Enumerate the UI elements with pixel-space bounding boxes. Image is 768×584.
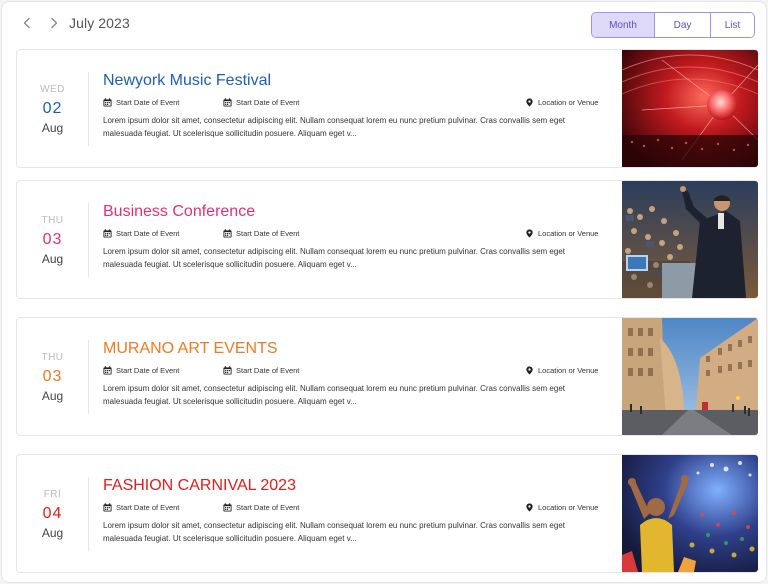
- event-location-label: Location or Venue: [538, 228, 599, 238]
- event-description: Lorem ipsum dolor sit amet, consectetur …: [103, 116, 565, 138]
- event-end-label: Start Date of Event: [236, 97, 300, 107]
- event-title[interactable]: Newyork Music Festival: [103, 72, 271, 90]
- view-month-button[interactable]: Month: [592, 13, 654, 37]
- event-card[interactable]: FRI 04 Aug FASHION CARNIVAL 2023 Start D…: [16, 454, 758, 573]
- event-start-date: Start Date of Event: [103, 364, 179, 376]
- event-weekday: THU: [41, 352, 64, 363]
- event-end-label: Start Date of Event: [236, 502, 300, 512]
- event-end-date: Start Date of Event: [223, 96, 299, 108]
- date-divider: [88, 72, 89, 146]
- city-street-photo[interactable]: [622, 318, 758, 435]
- calendar-icon: [223, 365, 232, 375]
- date-divider: [88, 477, 89, 551]
- location-pin-icon: [526, 365, 533, 375]
- event-location: Location or Venue: [525, 227, 598, 239]
- event-start-date: Start Date of Event: [103, 227, 179, 239]
- calendar-toolbar: July 2023 Month Day List: [2, 2, 768, 46]
- event-title[interactable]: Business Conference: [103, 203, 255, 221]
- event-weekday: THU: [41, 215, 64, 226]
- event-card[interactable]: WED 02 Aug Newyork Music Festival Start …: [16, 49, 758, 168]
- event-start-label: Start Date of Event: [116, 365, 180, 375]
- event-day: 02: [42, 100, 63, 117]
- location-pin-icon: [526, 502, 533, 512]
- event-location: Location or Venue: [525, 364, 598, 376]
- calendar-icon: [223, 97, 232, 107]
- event-description: Lorem ipsum dolor sit amet, consectetur …: [103, 521, 565, 543]
- event-month: Aug: [41, 121, 64, 135]
- event-weekday: FRI: [43, 489, 62, 500]
- stadium-fans-photo[interactable]: [622, 455, 758, 572]
- current-month-label: July 2023: [69, 15, 130, 31]
- event-day: 03: [42, 368, 63, 385]
- event-location: Location or Venue: [525, 96, 598, 108]
- calendar-icon: [223, 502, 232, 512]
- event-start-label: Start Date of Event: [116, 502, 180, 512]
- event-start-date: Start Date of Event: [103, 501, 179, 513]
- event-location: Location or Venue: [525, 501, 598, 513]
- event-month: Aug: [41, 389, 64, 403]
- calendar-icon: [103, 502, 112, 512]
- event-location-label: Location or Venue: [538, 502, 599, 512]
- date-divider: [88, 340, 89, 414]
- conference-speaker-photo[interactable]: [622, 181, 758, 298]
- event-location-label: Location or Venue: [538, 97, 599, 107]
- calendar-icon: [103, 97, 112, 107]
- location-pin-icon: [526, 97, 533, 107]
- event-date: WED 02 Aug: [17, 72, 88, 146]
- view-list-button[interactable]: List: [710, 13, 754, 37]
- event-start-date: Start Date of Event: [103, 96, 179, 108]
- location-pin-icon: [526, 228, 533, 238]
- event-month: Aug: [41, 252, 64, 266]
- event-title[interactable]: FASHION CARNIVAL 2023: [103, 477, 296, 495]
- event-card[interactable]: THU 03 Aug Business Conference Start Dat…: [16, 180, 758, 299]
- calendar-icon: [103, 365, 112, 375]
- event-description: Lorem ipsum dolor sit amet, consectetur …: [103, 384, 565, 406]
- view-toggle: Month Day List: [591, 12, 755, 38]
- event-weekday: WED: [40, 84, 65, 95]
- calendar-panel: July 2023 Month Day List WED 02 Aug Newy…: [1, 1, 767, 583]
- concert-hall-photo[interactable]: [622, 50, 758, 167]
- event-month: Aug: [41, 526, 64, 540]
- event-start-label: Start Date of Event: [116, 97, 180, 107]
- chevron-left-icon[interactable]: [18, 14, 36, 32]
- event-end-label: Start Date of Event: [236, 365, 300, 375]
- event-end-date: Start Date of Event: [223, 501, 299, 513]
- calendar-icon: [223, 228, 232, 238]
- event-day: 03: [42, 231, 63, 248]
- event-title[interactable]: MURANO ART EVENTS: [103, 340, 278, 358]
- event-start-label: Start Date of Event: [116, 228, 180, 238]
- event-location-label: Location or Venue: [538, 365, 599, 375]
- view-day-button[interactable]: Day: [654, 13, 710, 37]
- event-date: THU 03 Aug: [17, 340, 88, 414]
- event-card[interactable]: THU 03 Aug MURANO ART EVENTS Start Date …: [16, 317, 758, 436]
- calendar-icon: [103, 228, 112, 238]
- event-date: FRI 04 Aug: [17, 477, 88, 551]
- event-end-date: Start Date of Event: [223, 364, 299, 376]
- event-date: THU 03 Aug: [17, 203, 88, 277]
- event-description: Lorem ipsum dolor sit amet, consectetur …: [103, 247, 565, 269]
- chevron-right-icon[interactable]: [45, 14, 63, 32]
- event-end-label: Start Date of Event: [236, 228, 300, 238]
- event-end-date: Start Date of Event: [223, 227, 299, 239]
- date-divider: [88, 203, 89, 277]
- event-day: 04: [42, 505, 63, 522]
